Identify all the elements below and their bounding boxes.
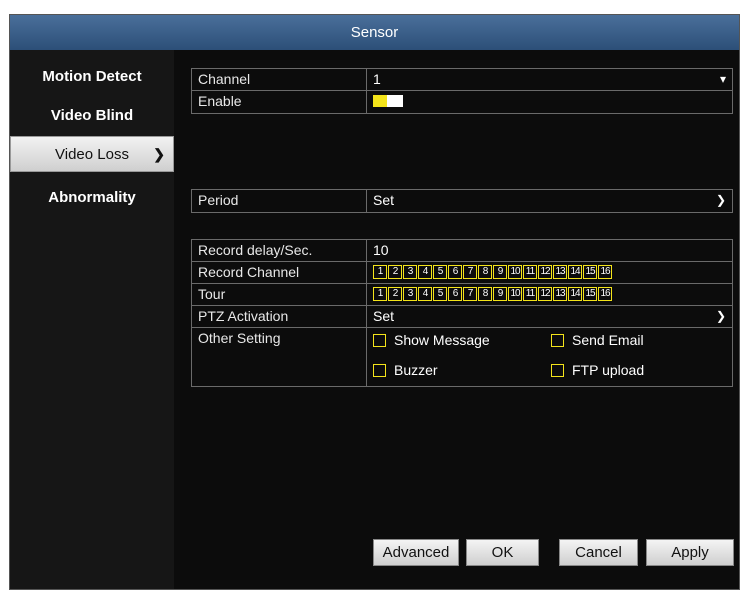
sidebar-item-video-loss[interactable]: Video Loss ❯: [10, 136, 174, 172]
other-setting-row: Other Setting Show Message Send Email Bu…: [192, 328, 732, 386]
record-delay-label: Record delay/Sec.: [192, 240, 367, 261]
record-channel-checkbox[interactable]: 12: [538, 265, 552, 280]
ftp-upload-option[interactable]: FTP upload: [551, 360, 644, 381]
show-message-option[interactable]: Show Message: [373, 330, 490, 351]
record-channel-checkbox[interactable]: 11: [523, 265, 537, 280]
sidebar-item-video-blind[interactable]: Video Blind: [10, 97, 174, 133]
tour-channel-checkbox[interactable]: 9: [493, 287, 507, 302]
enable-row: Enable: [192, 91, 732, 113]
channel-select[interactable]: 1 ▾: [367, 69, 732, 90]
ptz-label: PTZ Activation: [192, 306, 367, 327]
tour-channel-checkbox[interactable]: 15: [583, 287, 597, 302]
record-channel-checkbox[interactable]: 1: [373, 265, 387, 280]
chevron-down-icon: ▾: [719, 72, 726, 86]
ptz-value: Set: [373, 308, 395, 324]
channel-grid: Channel 1 ▾ Enable: [191, 68, 733, 114]
record-channel-checkbox[interactable]: 15: [583, 265, 597, 280]
buzzer-label: Buzzer: [394, 362, 438, 378]
tour-channel-checkbox[interactable]: 10: [508, 287, 522, 302]
ftp-upload-checkbox[interactable]: [551, 363, 564, 377]
tour-channel-checkbox[interactable]: 6: [448, 287, 462, 302]
record-delay-value: 10: [373, 242, 389, 258]
record-channel-checkbox[interactable]: 8: [478, 265, 492, 280]
ok-button[interactable]: OK: [466, 539, 539, 566]
channel-value: 1: [373, 71, 381, 87]
send-email-checkbox[interactable]: [551, 333, 564, 347]
record-delay-input[interactable]: 10: [367, 240, 732, 261]
period-label: Period: [192, 190, 367, 212]
record-channel-checkbox[interactable]: 14: [568, 265, 582, 280]
tour-channel-checkbox[interactable]: 11: [523, 287, 537, 302]
sidebar-item-label: Video Loss: [55, 145, 129, 163]
record-channel-checkbox[interactable]: 6: [448, 265, 462, 280]
tour-channel-checkbox[interactable]: 12: [538, 287, 552, 302]
ptz-set-button[interactable]: Set ❯: [367, 306, 732, 327]
sensor-window: Sensor Motion Detect Video Blind Video L…: [9, 14, 740, 590]
chevron-right-icon: ❯: [715, 193, 726, 207]
period-set-button[interactable]: Set ❯: [367, 190, 732, 212]
period-row: Period Set ❯: [192, 190, 732, 212]
send-email-label: Send Email: [572, 332, 644, 348]
send-email-option[interactable]: Send Email: [551, 330, 644, 351]
cancel-button[interactable]: Cancel: [559, 539, 638, 566]
tour-channel-checkbox[interactable]: 13: [553, 287, 567, 302]
record-channel-label: Record Channel: [192, 262, 367, 283]
period-value: Set: [373, 192, 395, 208]
apply-button[interactable]: Apply: [646, 539, 734, 566]
record-delay-row: Record delay/Sec. 10: [192, 240, 732, 262]
tour-channel-checkbox[interactable]: 7: [463, 287, 477, 302]
window-title: Sensor: [10, 15, 739, 50]
tour-channel-checkbox[interactable]: 1: [373, 287, 387, 302]
record-channel-checkbox[interactable]: 9: [493, 265, 507, 280]
tour-row: Tour 1 2 3 4 5 6 7 8 9 10 11 12 13 14 15…: [192, 284, 732, 306]
tour-channel-selector: 1 2 3 4 5 6 7 8 9 10 11 12 13 14 15 16: [373, 287, 612, 302]
chevron-right-icon: ❯: [153, 145, 165, 162]
sidebar-item-motion-detect[interactable]: Motion Detect: [10, 58, 174, 94]
sidebar-item-label: Motion Detect: [42, 67, 142, 85]
sidebar-item-label: Video Blind: [50, 106, 134, 124]
other-setting-label: Other Setting: [192, 328, 367, 386]
tour-channel-checkbox[interactable]: 5: [433, 287, 447, 302]
tour-channel-checkbox[interactable]: 16: [598, 287, 612, 302]
tour-label: Tour: [192, 284, 367, 305]
record-channel-checkbox[interactable]: 2: [388, 265, 402, 280]
tour-channel-checkbox[interactable]: 2: [388, 287, 402, 302]
record-channel-checkbox[interactable]: 13: [553, 265, 567, 280]
sidebar: Motion Detect Video Blind Video Loss ❯ A…: [10, 50, 174, 589]
show-message-label: Show Message: [394, 332, 490, 348]
enable-toggle[interactable]: [373, 95, 403, 108]
enable-label: Enable: [192, 91, 367, 113]
tour-channel-checkbox[interactable]: 4: [418, 287, 432, 302]
show-message-checkbox[interactable]: [373, 333, 386, 347]
record-channel-selector: 1 2 3 4 5 6 7 8 9 10 11 12 13 14 15 16: [373, 265, 612, 280]
chevron-right-icon: ❯: [715, 309, 726, 323]
record-channel-checkbox[interactable]: 3: [403, 265, 417, 280]
period-grid: Period Set ❯: [191, 189, 733, 213]
channel-label: Channel: [192, 69, 367, 90]
tour-channel-checkbox[interactable]: 3: [403, 287, 417, 302]
record-channel-row: Record Channel 1 2 3 4 5 6 7 8 9 10 11 1…: [192, 262, 732, 284]
sidebar-item-label: Abnormality: [48, 188, 136, 206]
sidebar-item-abnormality[interactable]: Abnormality: [10, 179, 174, 215]
record-channel-checkbox[interactable]: 7: [463, 265, 477, 280]
ftp-upload-label: FTP upload: [572, 362, 645, 378]
settings-panel: Channel 1 ▾ Enable Period Set ❯ Record d…: [174, 50, 739, 589]
record-channel-checkbox[interactable]: 5: [433, 265, 447, 280]
record-channel-checkbox[interactable]: 16: [598, 265, 612, 280]
channel-row: Channel 1 ▾: [192, 69, 732, 91]
record-channel-checkbox[interactable]: 10: [508, 265, 522, 280]
tour-channel-checkbox[interactable]: 8: [478, 287, 492, 302]
toggle-knob: [373, 95, 387, 108]
advanced-button[interactable]: Advanced: [373, 539, 459, 566]
tour-channel-checkbox[interactable]: 14: [568, 287, 582, 302]
buzzer-checkbox[interactable]: [373, 363, 386, 377]
action-grid: Record delay/Sec. 10 Record Channel 1 2 …: [191, 239, 733, 387]
buzzer-option[interactable]: Buzzer: [373, 360, 438, 381]
record-channel-checkbox[interactable]: 4: [418, 265, 432, 280]
ptz-row: PTZ Activation Set ❯: [192, 306, 732, 328]
